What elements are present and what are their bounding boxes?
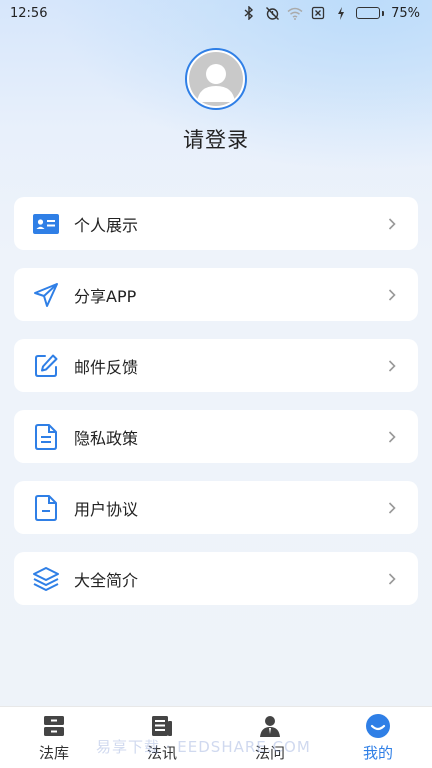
chevron-right-icon — [386, 501, 398, 514]
battery-indicator — [356, 7, 385, 19]
nav-item-law-library[interactable]: 法库 — [0, 707, 108, 768]
status-bar: 12:56 75% — [0, 0, 432, 26]
file-minus-icon — [32, 494, 60, 522]
chevron-right-icon — [386, 359, 398, 372]
wifi-icon — [287, 5, 303, 21]
send-icon — [32, 281, 60, 309]
chevron-right-icon — [386, 288, 398, 301]
news-icon — [149, 713, 175, 739]
nav-item-law-news[interactable]: 法讯 — [108, 707, 216, 768]
status-time: 12:56 — [10, 5, 48, 21]
menu-item-email-feedback[interactable]: 邮件反馈 — [14, 339, 418, 392]
menu-item-label: 大全简介 — [74, 570, 139, 590]
chevron-right-icon — [386, 572, 398, 585]
nav-item-law-questions[interactable]: 法问 — [216, 707, 324, 768]
menu-item-user-agreement[interactable]: 用户协议 — [14, 481, 418, 534]
nav-label: 法库 — [38, 743, 69, 762]
menu-item-personal-showcase[interactable]: 个人展示 — [14, 197, 418, 250]
menu-item-about[interactable]: 大全简介 — [14, 552, 418, 605]
menu-item-label: 用户协议 — [74, 499, 139, 519]
chevron-right-icon — [386, 430, 398, 443]
document-icon — [32, 423, 60, 451]
charging-icon — [333, 5, 349, 21]
id-card-icon — [32, 210, 60, 238]
layers-icon — [32, 565, 60, 593]
chevron-right-icon — [386, 217, 398, 230]
my-icon — [365, 713, 391, 739]
nav-item-mine[interactable]: 我的 — [324, 707, 432, 768]
battery-percent: 75% — [391, 5, 420, 21]
menu-item-label: 隐私政策 — [74, 428, 139, 448]
menu-item-label: 分享APP — [74, 286, 137, 306]
nav-label: 我的 — [362, 743, 393, 762]
person-icon — [257, 713, 283, 739]
sim-off-icon — [310, 5, 326, 21]
nav-label: 法讯 — [146, 743, 177, 762]
status-icons: 75% — [241, 5, 420, 21]
login-label[interactable]: 请登录 — [183, 124, 249, 154]
bottom-nav: 法库 法讯 法问 我的 — [0, 706, 432, 768]
archive-icon — [41, 713, 67, 739]
nav-label: 法问 — [254, 743, 285, 762]
profile-section: 请登录 — [0, 48, 432, 154]
bluetooth-icon — [241, 5, 257, 21]
alarm-off-icon — [264, 5, 280, 21]
menu-list: 个人展示 分享APP 邮件反馈 隐私政策 用户协议 大全简介 — [14, 197, 418, 623]
menu-item-share-app[interactable]: 分享APP — [14, 268, 418, 321]
edit-icon — [32, 352, 60, 380]
avatar-placeholder-icon — [189, 52, 243, 106]
avatar[interactable] — [185, 48, 247, 110]
menu-item-label: 邮件反馈 — [74, 357, 139, 377]
menu-item-label: 个人展示 — [74, 215, 139, 235]
menu-item-privacy-policy[interactable]: 隐私政策 — [14, 410, 418, 463]
